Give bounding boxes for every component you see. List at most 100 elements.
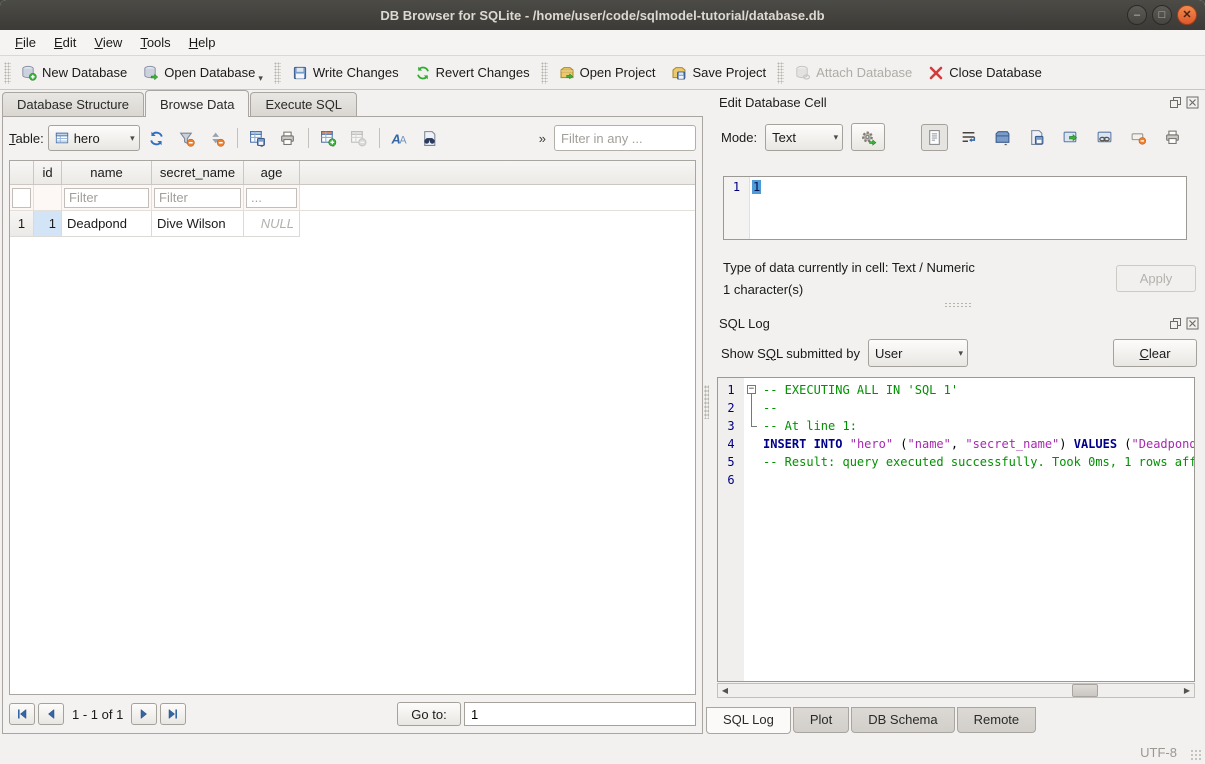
minimize-icon[interactable]: – (1127, 5, 1147, 25)
float-panel-icon[interactable] (1169, 317, 1182, 330)
tab-plot[interactable]: Plot (793, 707, 849, 733)
open-database-button[interactable]: Open Database ▾ (135, 59, 271, 87)
close-icon[interactable]: ✕ (1177, 5, 1197, 25)
dock-splitter-handle[interactable] (704, 385, 709, 419)
menu-edit[interactable]: Edit (45, 30, 85, 55)
export-data-button[interactable] (1057, 124, 1084, 151)
print-cell-button[interactable] (1159, 124, 1186, 151)
first-record-button[interactable] (9, 703, 35, 725)
tab-sql-log[interactable]: SQL Log (706, 707, 791, 734)
tab-database-structure[interactable]: Database Structure (2, 92, 144, 117)
filter-any-input[interactable] (554, 125, 696, 151)
menu-file[interactable]: File (6, 30, 45, 55)
clear-log-button[interactable]: Clear (1113, 339, 1197, 367)
sql-log-hscrollbar[interactable]: ◀ ▶ (717, 683, 1195, 698)
browse-area: Database Structure Browse Data Execute S… (0, 90, 710, 740)
toolbar-overflow-chevron[interactable]: » (535, 131, 550, 146)
table-icon (55, 131, 69, 145)
cell-id[interactable]: 1 (34, 211, 62, 237)
new-record-icon (320, 130, 337, 147)
new-database-button[interactable]: New Database (13, 59, 135, 87)
prev-page-icon (45, 708, 57, 720)
cell-age[interactable]: NULL (244, 211, 300, 237)
tab-db-schema[interactable]: DB Schema (851, 707, 954, 733)
tab-remote[interactable]: Remote (957, 707, 1037, 733)
table-selector[interactable]: hero ▾ (48, 125, 140, 151)
write-changes-icon (292, 65, 308, 81)
scrollbar-thumb[interactable] (1072, 684, 1098, 697)
row-number[interactable]: 1 (10, 211, 34, 237)
set-null-button[interactable] (1125, 124, 1152, 151)
apply-button: Apply (1116, 265, 1196, 292)
import-data-button[interactable] (989, 124, 1016, 151)
main-tabbar: Database Structure Browse Data Execute S… (2, 90, 710, 117)
delete-record-icon (350, 130, 367, 147)
copy-link-button[interactable] (1091, 124, 1118, 151)
next-record-button[interactable] (131, 703, 157, 725)
scroll-right-icon[interactable]: ▶ (1180, 684, 1194, 697)
goto-input[interactable] (464, 702, 696, 726)
word-wrap-icon (960, 129, 977, 146)
dock-tabbar: SQL Log Plot DB Schema Remote (706, 707, 1038, 734)
save-data-button[interactable] (1023, 124, 1050, 151)
sql-log-line: 2-- (718, 399, 1194, 417)
goto-button[interactable]: Go to: (397, 702, 461, 726)
previous-record-button[interactable] (38, 703, 64, 725)
grid-header-row: id name secret_name age (10, 161, 695, 185)
maximize-icon[interactable]: □ (1152, 5, 1172, 25)
close-database-button[interactable]: Close Database (920, 59, 1050, 87)
clear-filters-button[interactable] (174, 125, 200, 151)
mode-selector[interactable]: Text ▾ (765, 124, 843, 151)
cell-name[interactable]: Deadpond (62, 211, 152, 237)
column-header-name[interactable]: name (62, 161, 152, 185)
open-project-button[interactable]: Open Project (551, 59, 664, 87)
cell-editor[interactable]: 1 1 (723, 176, 1187, 240)
menu-tools[interactable]: Tools (131, 30, 179, 55)
submitter-selector[interactable]: User ▾ (868, 339, 968, 367)
tab-execute-sql[interactable]: Execute SQL (250, 92, 357, 117)
cell-type-info: Type of data currently in cell: Text / N… (723, 257, 1197, 305)
close-panel-icon[interactable] (1186, 96, 1199, 109)
scroll-left-icon[interactable]: ◀ (718, 684, 732, 697)
fold-collapse-icon[interactable]: − (747, 385, 756, 394)
save-project-button[interactable]: Save Project (663, 59, 774, 87)
filter-input-name[interactable] (64, 188, 149, 208)
export-table-button[interactable] (245, 125, 271, 151)
last-record-button[interactable] (160, 703, 186, 725)
resize-grip[interactable] (1190, 749, 1202, 761)
column-header-secret-name[interactable]: secret_name (152, 161, 244, 185)
panel-splitter-handle[interactable] (944, 302, 972, 307)
column-header-id[interactable]: id (34, 161, 62, 185)
filter-input-id[interactable] (12, 188, 31, 208)
titlebar: DB Browser for SQLite - /home/user/code/… (0, 0, 1205, 30)
find-button[interactable] (417, 125, 443, 151)
sql-log-code[interactable]: 1−-- EXECUTING ALL IN 'SQL 1'2--3-- At l… (717, 377, 1195, 682)
print-table-button[interactable] (275, 125, 301, 151)
clear-sorting-button[interactable] (204, 125, 230, 151)
grid-corner[interactable] (10, 161, 34, 185)
refresh-button[interactable] (144, 125, 170, 151)
float-panel-icon[interactable] (1169, 96, 1182, 109)
last-page-icon (167, 708, 179, 720)
mode-selector-value: Text (772, 130, 796, 145)
close-panel-icon[interactable] (1186, 317, 1199, 330)
data-grid[interactable]: id name secret_name age 1 1 (9, 160, 696, 695)
first-page-icon (16, 708, 28, 720)
write-changes-button[interactable]: Write Changes (284, 59, 407, 87)
insert-record-button[interactable] (316, 125, 342, 151)
font-settings-button[interactable]: AA (387, 125, 413, 151)
filter-input-age[interactable] (246, 188, 297, 208)
column-header-age[interactable]: age (244, 161, 300, 185)
word-wrap-button[interactable] (955, 124, 982, 151)
tab-browse-data[interactable]: Browse Data (145, 90, 249, 117)
toolbar-handle[interactable] (4, 62, 11, 84)
menu-view[interactable]: View (85, 30, 131, 55)
text-mode-button[interactable] (921, 124, 948, 151)
filter-input-secret-name[interactable] (154, 188, 241, 208)
auto-apply-button[interactable] (851, 123, 885, 151)
cell-secret-name[interactable]: Dive Wilson (152, 211, 244, 237)
open-database-dropdown-icon[interactable]: ▾ (258, 73, 263, 87)
menu-help[interactable]: Help (180, 30, 225, 55)
scrollbar-track[interactable] (732, 684, 1180, 697)
revert-changes-button[interactable]: Revert Changes (407, 59, 538, 87)
